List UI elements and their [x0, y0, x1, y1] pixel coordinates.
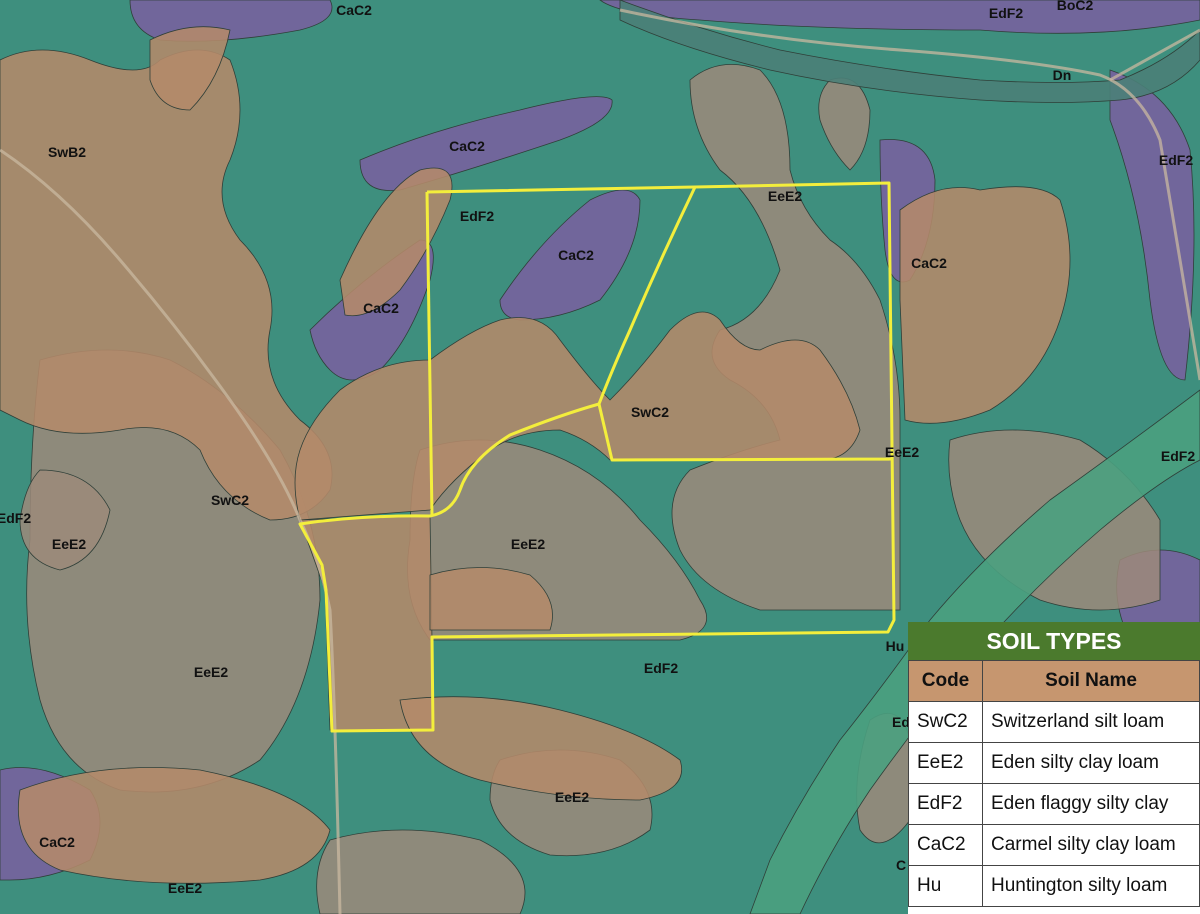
- legend-code: Hu: [908, 865, 983, 907]
- map-label-eee2-mid: EeE2: [510, 536, 546, 552]
- legend-header-code: Code: [908, 660, 983, 702]
- map-label-eee2-right: EeE2: [884, 444, 920, 460]
- map-label-cac2-upper: CaC2: [449, 138, 485, 154]
- map-label-eee2-lowleft: EeE2: [193, 664, 229, 680]
- map-label-edf2-right: EdF2: [1158, 152, 1194, 168]
- legend-code: EdF2: [908, 783, 983, 825]
- map-label-edf2-left: EdF2: [0, 510, 32, 526]
- legend-soil-name: Switzerland silt loam: [982, 701, 1200, 743]
- map-label-edf2-far-right: EdF2: [1160, 448, 1196, 464]
- map-label-swc2-center: SwC2: [630, 404, 670, 420]
- legend-header-soil-name: Soil Name: [982, 660, 1200, 702]
- legend-row: Hu Huntington silty loam: [908, 865, 1200, 907]
- legend-soil-name: Eden flaggy silty clay: [982, 783, 1200, 825]
- map-label-dn: Dn: [1052, 67, 1072, 83]
- map-label-c-partial: C: [895, 857, 907, 873]
- legend-soil-name: Carmel silty clay loam: [982, 824, 1200, 866]
- legend-code: EeE2: [908, 742, 983, 784]
- legend-title: SOIL TYPES: [908, 622, 1200, 660]
- map-label-cac2-right: CaC2: [911, 255, 947, 271]
- map-label-boc2-top: BoC2: [1056, 0, 1094, 13]
- map-label-swc2-left: SwC2: [210, 492, 250, 508]
- map-label-cac2-bottomleft: CaC2: [39, 834, 75, 850]
- legend-code: SwC2: [908, 701, 983, 743]
- map-label-eee2-left: EeE2: [51, 536, 87, 552]
- map-label-eee2-bottom: EeE2: [554, 789, 590, 805]
- map-label-eee2-bottomleft: EeE2: [167, 880, 203, 896]
- legend-row: CaC2 Carmel silty clay loam: [908, 824, 1200, 866]
- legend-soil-name: Eden silty clay loam: [982, 742, 1200, 784]
- legend-row: SwC2 Switzerland silt loam: [908, 701, 1200, 743]
- map-label-edf2-top: EdF2: [988, 5, 1024, 21]
- legend-soil-name: Huntington silty loam: [982, 865, 1200, 907]
- soil-types-legend: SOIL TYPES Code Soil Name SwC2 Switzerla…: [908, 622, 1200, 914]
- map-label-cac2-top: CaC2: [336, 2, 372, 18]
- legend-header-row: Code Soil Name: [908, 660, 1200, 702]
- map-label-cac2-parcel: CaC2: [558, 247, 594, 263]
- map-label-hu: Hu: [885, 638, 905, 654]
- map-label-swb2: SwB2: [47, 144, 87, 160]
- map-label-cac2-left: CaC2: [363, 300, 399, 316]
- map-label-edf2-parcel: EdF2: [459, 208, 495, 224]
- legend-table: Code Soil Name SwC2 Switzerland silt loa…: [908, 660, 1200, 907]
- map-label-eee2-parcel: EeE2: [767, 188, 803, 204]
- legend-row: EdF2 Eden flaggy silty clay: [908, 783, 1200, 825]
- map-label-edf2-bottom: EdF2: [643, 660, 679, 676]
- legend-code: CaC2: [908, 824, 983, 866]
- legend-row: EeE2 Eden silty clay loam: [908, 742, 1200, 784]
